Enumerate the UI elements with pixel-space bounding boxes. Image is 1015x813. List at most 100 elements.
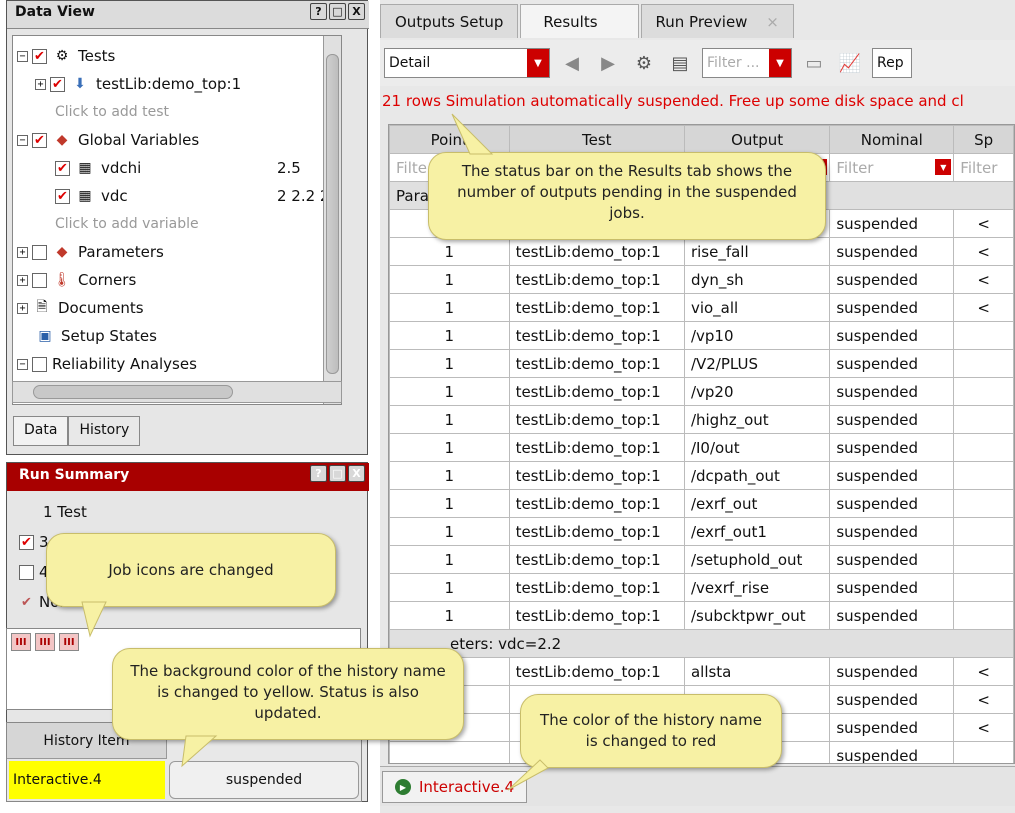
cell-nominal[interactable]: suspended bbox=[829, 293, 955, 322]
points-checkbox[interactable] bbox=[19, 564, 34, 580]
cell-spec[interactable] bbox=[953, 349, 1014, 378]
tree-item-var-vdc[interactable]: ✔ ▦ vdc 2 2.2 2.4 bbox=[55, 182, 341, 210]
job-suspended-icon[interactable]: III bbox=[11, 633, 31, 651]
cell-output[interactable]: /subcktpwr_out bbox=[683, 601, 831, 630]
plot-icon[interactable]: 📈 bbox=[836, 49, 864, 77]
add-test-hint[interactable]: Click to add test bbox=[55, 98, 169, 126]
run-summary-line-points[interactable]: 4 bbox=[19, 563, 49, 581]
cell-point[interactable]: 1 bbox=[389, 349, 510, 378]
cell-test[interactable]: testLib:demo_top:1 bbox=[508, 321, 685, 350]
tab-data[interactable]: Data bbox=[13, 416, 69, 446]
tree-item-global-vars[interactable]: − ✔ ◆ Global Variables bbox=[17, 126, 199, 154]
gears-icon[interactable]: ⚙ bbox=[630, 49, 658, 77]
tree-item-tests[interactable]: − ✔ ⚙ Tests bbox=[17, 42, 115, 70]
reliability-checkbox[interactable] bbox=[32, 356, 47, 372]
table-row[interactable]: 1 testLib:demo_top:1/dcpath_out suspended bbox=[389, 461, 1014, 490]
table-row[interactable]: 1 testLib:demo_top:1/vp20 suspended bbox=[389, 377, 1014, 406]
help-button[interactable]: ? bbox=[310, 3, 327, 20]
table-row[interactable]: 1 testLib:demo_top:1/exrf_out1 suspended bbox=[389, 517, 1014, 546]
global-vars-checkbox[interactable]: ✔ bbox=[32, 132, 47, 148]
cell-spec[interactable] bbox=[953, 377, 1014, 406]
cell-spec[interactable] bbox=[953, 433, 1014, 462]
filter-nominal[interactable]: Filter ▼ bbox=[829, 153, 955, 182]
cell-point[interactable]: 1 bbox=[389, 321, 510, 350]
vdc-checkbox[interactable]: ✔ bbox=[55, 188, 70, 204]
expand-icon[interactable]: + bbox=[17, 246, 28, 258]
disabled-tool-icon[interactable]: ▭ bbox=[800, 49, 828, 77]
job-suspended-icon[interactable]: III bbox=[35, 633, 55, 651]
expand-icon[interactable]: + bbox=[35, 78, 46, 90]
cell-nominal[interactable]: suspended bbox=[829, 405, 955, 434]
tree-vertical-scrollbar[interactable] bbox=[323, 36, 341, 404]
table-row[interactable]: 1 testLib:demo_top:1/vp10 suspended bbox=[389, 321, 1014, 350]
cell-output[interactable]: /exrf_out1 bbox=[683, 517, 831, 546]
table-row[interactable]: 1 testLib:demo_top:1/vexrf_rise suspended bbox=[389, 573, 1014, 602]
cell-point[interactable] bbox=[389, 741, 510, 763]
expand-icon[interactable]: + bbox=[17, 302, 28, 314]
nominal-checkbox[interactable]: ✔ bbox=[19, 595, 34, 610]
cell-test[interactable]: testLib:demo_top:1 bbox=[508, 517, 685, 546]
cell-test[interactable]: testLib:demo_top:1 bbox=[508, 237, 685, 266]
tab-results[interactable]: Results bbox=[520, 4, 639, 38]
view-mode-select[interactable]: Detail ▼ bbox=[384, 48, 550, 78]
cell-spec[interactable] bbox=[953, 321, 1014, 350]
chevron-down-icon[interactable]: ▼ bbox=[935, 159, 952, 175]
cell-point[interactable]: 1 bbox=[389, 405, 510, 434]
test-checkbox[interactable]: ✔ bbox=[50, 76, 65, 92]
filter-select[interactable]: Filter ... ▼ bbox=[702, 48, 792, 78]
cell-spec[interactable] bbox=[953, 489, 1014, 518]
cell-nominal[interactable]: suspended bbox=[829, 601, 955, 630]
cell-output[interactable]: rise_fall bbox=[683, 237, 831, 266]
cell-point[interactable]: 1 bbox=[389, 573, 510, 602]
cell-point[interactable]: 1 bbox=[389, 545, 510, 574]
cell-spec[interactable] bbox=[953, 573, 1014, 602]
corners-checkbox[interactable] bbox=[32, 272, 47, 288]
cell-output[interactable]: /I0/out bbox=[683, 433, 831, 462]
cell-test[interactable]: testLib:demo_top:1 bbox=[508, 601, 685, 630]
tab-run-preview[interactable]: Run Preview × bbox=[640, 4, 794, 38]
cell-nominal[interactable]: suspended bbox=[829, 321, 955, 350]
table-columns-icon[interactable]: ▤ bbox=[666, 49, 694, 77]
cell-spec[interactable] bbox=[953, 461, 1014, 490]
cell-point[interactable]: 1 bbox=[389, 433, 510, 462]
table-row[interactable]: 1 testLib:demo_top:1/setuphold_out suspend… bbox=[389, 545, 1014, 574]
cell-nominal[interactable]: suspended bbox=[829, 265, 955, 294]
cell-nominal[interactable]: suspended bbox=[829, 377, 955, 406]
scrollbar-thumb[interactable] bbox=[33, 385, 233, 399]
group-row[interactable]: eters: vdc=2.2 bbox=[389, 629, 1014, 658]
cell-point[interactable]: 1 bbox=[389, 377, 510, 406]
cell-point[interactable]: 1 bbox=[389, 293, 510, 322]
cell-output[interactable]: /vp20 bbox=[683, 377, 831, 406]
expand-icon[interactable]: + bbox=[17, 274, 28, 286]
cell-nominal[interactable]: suspended bbox=[829, 741, 955, 763]
cell-output[interactable]: /vp10 bbox=[683, 321, 831, 350]
tree-item-corners[interactable]: + 🌡 Corners bbox=[17, 266, 136, 294]
run-summary-line-sweeps[interactable]: ✔ 3 bbox=[19, 533, 49, 551]
cell-nominal[interactable]: suspended bbox=[829, 349, 955, 378]
cell-spec[interactable] bbox=[953, 405, 1014, 434]
cell-nominal[interactable]: suspended bbox=[829, 517, 955, 546]
cell-spec[interactable]: < bbox=[953, 209, 1014, 238]
cell-test[interactable]: testLib:demo_top:1 bbox=[508, 657, 685, 686]
help-button[interactable]: ? bbox=[310, 465, 327, 482]
cell-nominal[interactable]: suspended bbox=[829, 237, 955, 266]
cell-test[interactable]: testLib:demo_top:1 bbox=[508, 545, 685, 574]
cell-output[interactable]: /setuphold_out bbox=[683, 545, 831, 574]
cell-spec[interactable]: < bbox=[953, 293, 1014, 322]
tree-item-parameters[interactable]: + ◆ Parameters bbox=[17, 238, 164, 266]
tree-item-reliability[interactable]: − Reliability Analyses bbox=[17, 350, 197, 378]
cell-nominal[interactable]: suspended bbox=[829, 433, 955, 462]
cell-spec[interactable]: < bbox=[953, 265, 1014, 294]
cell-nominal[interactable]: suspended bbox=[829, 685, 955, 714]
col-spec[interactable]: Sp bbox=[953, 125, 1014, 154]
table-row[interactable]: 1 testLib:demo_top:1/subcktpwr_out suspend… bbox=[389, 601, 1014, 630]
cell-test[interactable]: testLib:demo_top:1 bbox=[508, 489, 685, 518]
float-button[interactable]: □ bbox=[329, 465, 346, 482]
table-row[interactable]: 1 testLib:demo_top:1 rise_fall suspended < bbox=[389, 237, 1014, 266]
cell-spec[interactable] bbox=[953, 601, 1014, 630]
collapse-icon[interactable]: − bbox=[17, 358, 28, 370]
cell-nominal[interactable]: suspended bbox=[829, 489, 955, 518]
cell-test[interactable]: testLib:demo_top:1 bbox=[508, 573, 685, 602]
history-name-cell[interactable]: Interactive.4 bbox=[9, 761, 165, 799]
report-select[interactable]: Rep bbox=[872, 48, 912, 78]
